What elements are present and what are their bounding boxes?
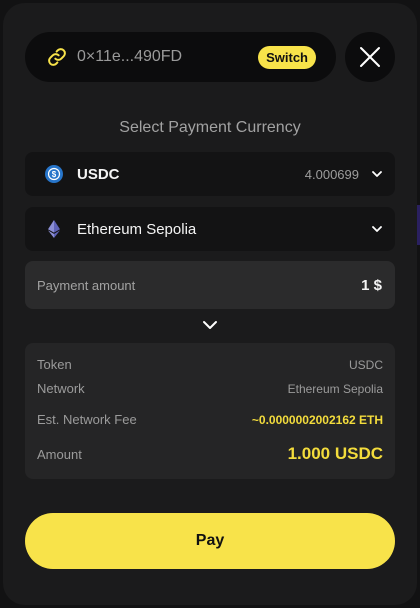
ethereum-icon [45,220,63,238]
link-icon [47,47,67,67]
network-name: Ethereum Sepolia [77,220,197,238]
svg-text:$: $ [52,170,57,179]
summary-row-fee: Est. Network Fee ~0.0000002002162 ETH [37,412,383,427]
fee-label: Est. Network Fee [37,412,137,427]
payment-amount-field[interactable]: Payment amount 1 $ [25,261,395,309]
chevron-down-icon [371,223,383,235]
network-label: Network [37,381,85,396]
amount-value: 1.000 USDC [287,444,383,463]
payment-amount-value: 1 $ [361,276,382,294]
currency-balance: 4.000699 [304,166,359,182]
payment-amount-label: Payment amount [37,277,136,293]
chevron-down-icon [371,168,383,180]
chevron-down-icon [202,319,218,331]
section-title: Select Payment Currency [119,119,301,136]
payment-modal: 0×11e...490FD Switch Select Payment Curr… [3,3,417,605]
network-selector[interactable]: Ethereum Sepolia [25,207,395,251]
fee-value: ~0.0000002002162 ETH [251,412,383,427]
summary-row-amount: Amount 1.000 USDC [37,444,383,464]
amount-label: Amount [37,446,82,462]
pay-button[interactable]: Pay [25,513,395,569]
summary-row-token: Token USDC [37,357,383,372]
close-icon [359,46,381,68]
summary-row-network: Network Ethereum Sepolia [37,381,383,396]
switch-wallet-button[interactable]: Switch [258,45,316,69]
network-value: Ethereum Sepolia [287,381,383,396]
token-label: Token [37,357,72,372]
currency-symbol: USDC [77,165,120,183]
wallet-address: 0×11e...490FD [77,48,183,65]
currency-selector[interactable]: $ USDC 4.000699 [25,152,395,196]
usdc-coin-icon: $ [45,165,63,183]
close-button[interactable] [345,32,395,82]
token-value: USDC [348,357,383,372]
wallet-address-pill[interactable]: 0×11e...490FD Switch [25,32,336,82]
payment-summary: Token USDC Network Ethereum Sepolia Est.… [25,343,395,479]
